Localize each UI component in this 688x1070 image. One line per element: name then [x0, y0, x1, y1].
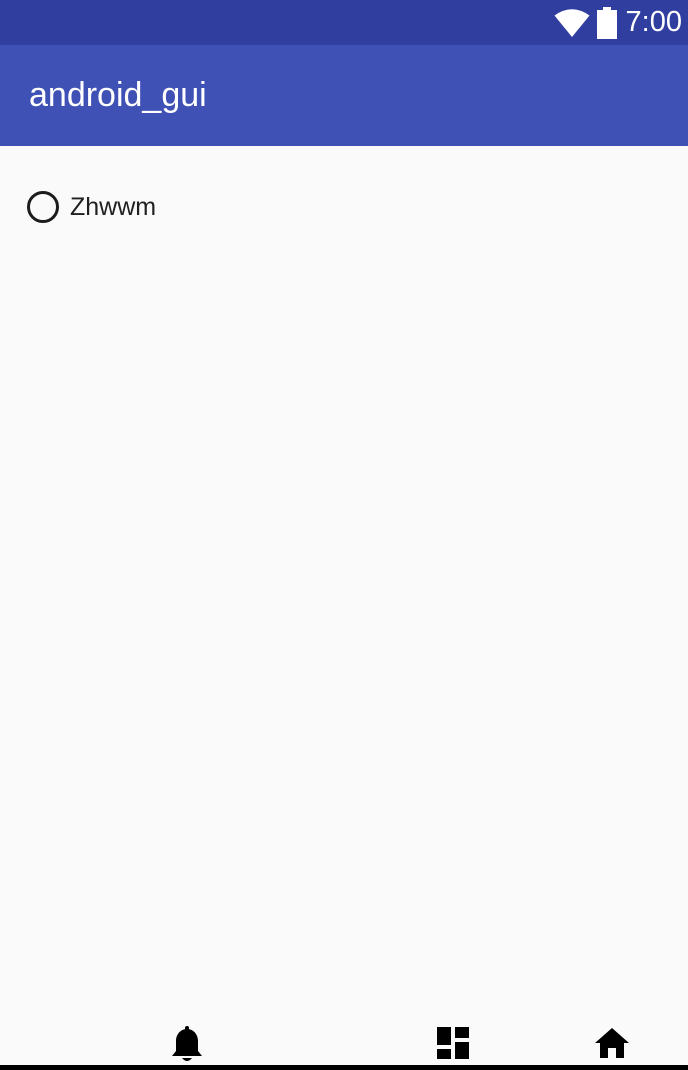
radio-label: Zhwwm	[70, 192, 157, 221]
app-title: android_gui	[29, 76, 207, 114]
bottom-divider	[0, 1065, 688, 1070]
main-content: Zhwwm	[0, 146, 688, 1036]
status-icons: 7:00	[554, 0, 682, 45]
status-time: 7:00	[625, 6, 682, 38]
bell-icon[interactable]	[170, 1026, 204, 1064]
radio-button[interactable]	[27, 191, 59, 223]
radio-option-zhwwm[interactable]: Zhwwm	[27, 191, 156, 223]
bottom-navigation	[0, 1020, 688, 1065]
wifi-icon	[554, 8, 590, 37]
status-bar: 7:00	[0, 0, 688, 45]
battery-icon	[596, 6, 617, 39]
home-icon[interactable]	[594, 1026, 630, 1060]
dashboard-icon[interactable]	[436, 1026, 470, 1060]
app-bar: android_gui	[0, 45, 688, 146]
